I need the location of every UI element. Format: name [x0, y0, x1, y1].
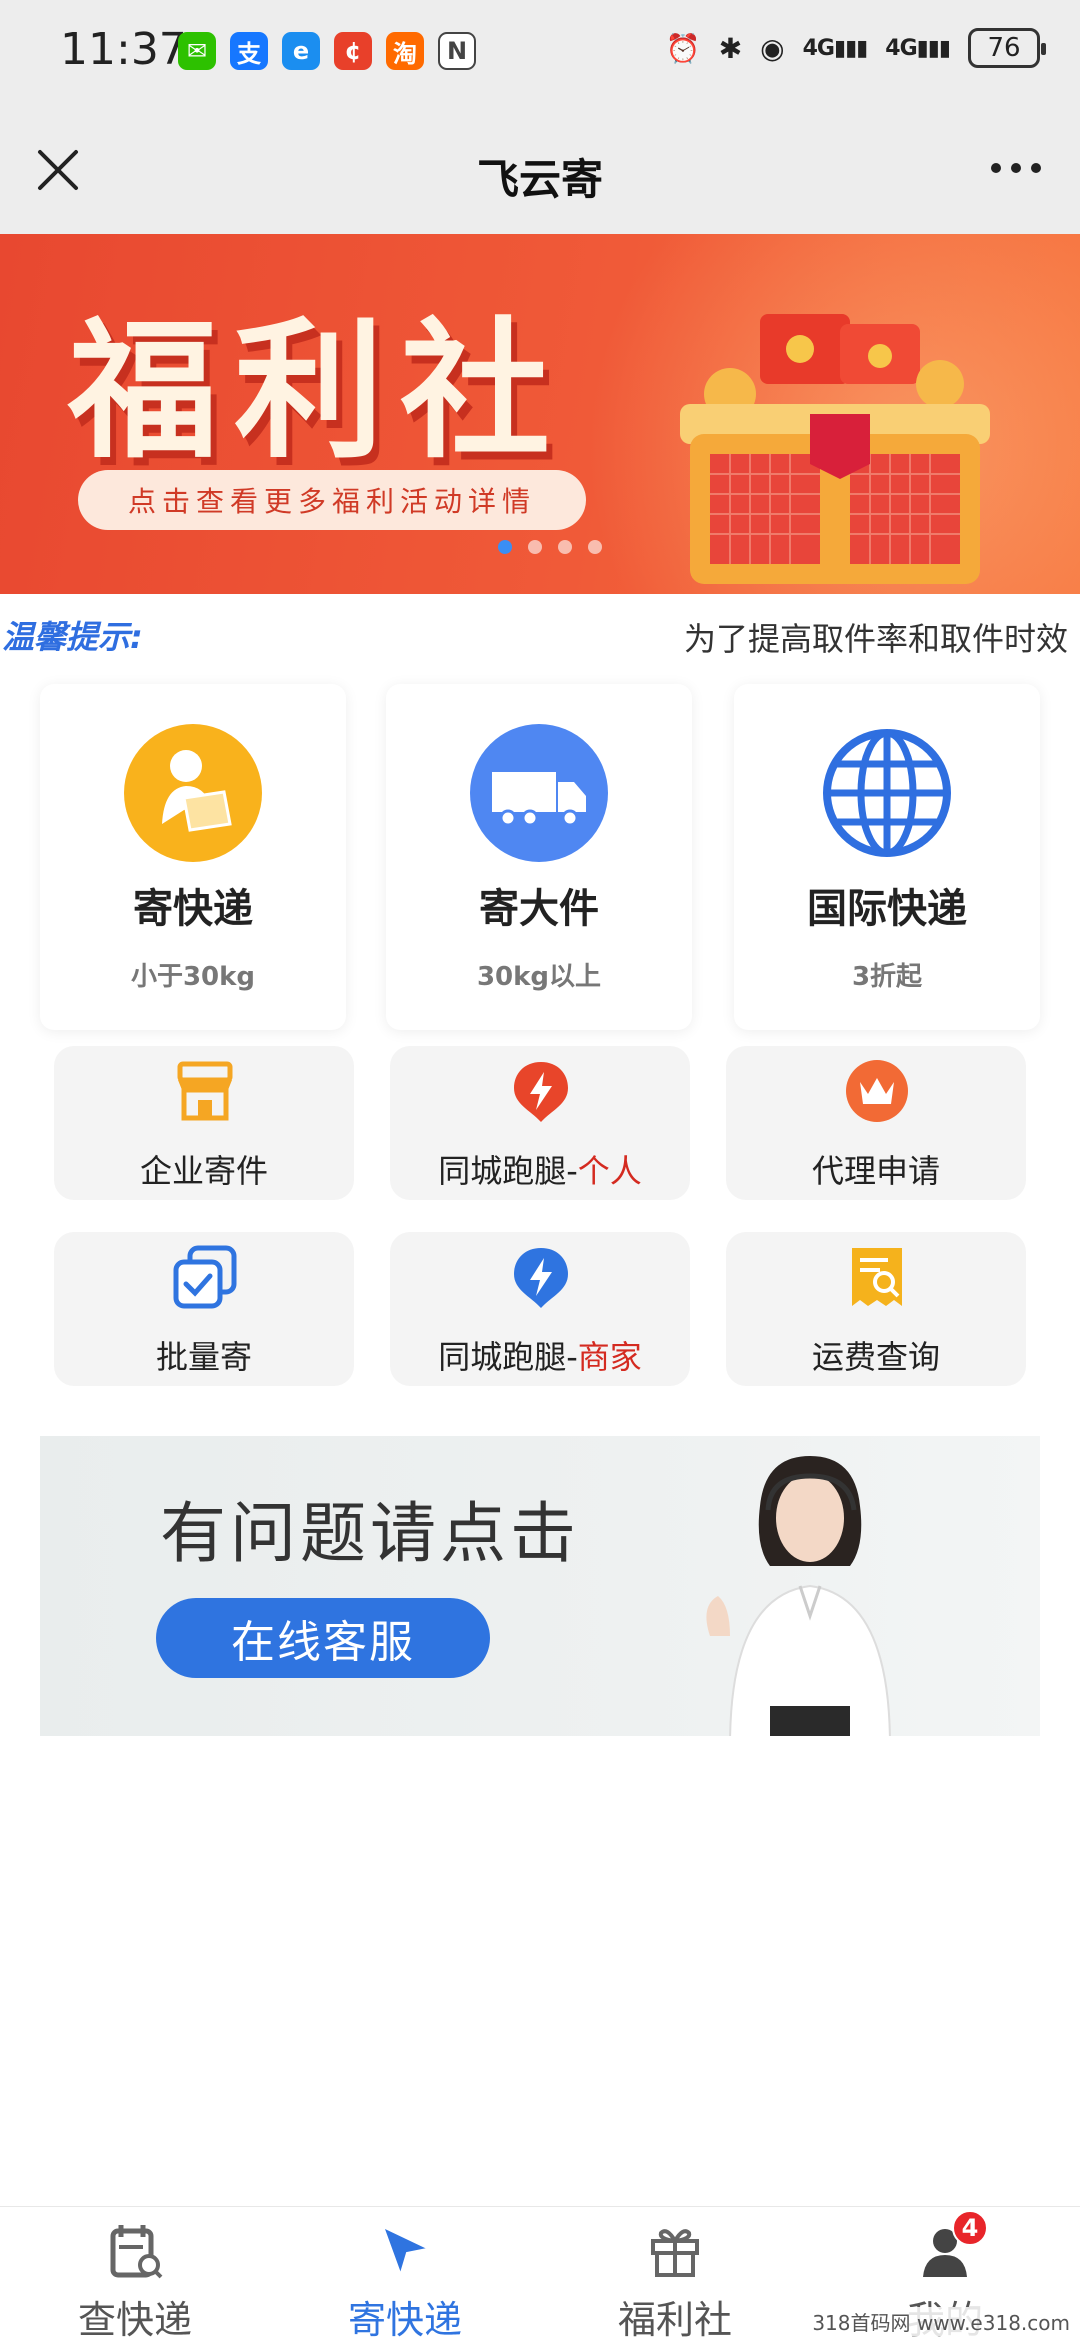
alipay-icon: 支: [230, 32, 268, 70]
card-title: 国际快递: [807, 886, 967, 932]
hotspot-icon: ◉: [760, 31, 785, 65]
pagination-dot[interactable]: [498, 540, 512, 554]
freight-query-tile[interactable]: 运费查询: [726, 1232, 1026, 1386]
tab-track-express[interactable]: 查快递: [0, 2207, 270, 2340]
city-errand-merchant-tile[interactable]: 同城跑腿-商家: [390, 1232, 690, 1386]
banner-title: 福利社: [68, 303, 567, 479]
notification-icons: ✉ 支 e ¢ 淘 N: [178, 32, 476, 70]
courier-icon: [124, 724, 262, 862]
browser-icon: e: [282, 32, 320, 70]
service-title: 有问题请点击: [160, 1495, 580, 1572]
globe-icon: [818, 724, 956, 862]
store-icon: [177, 1061, 233, 1121]
tile-label: 运费查询: [811, 1338, 940, 1376]
pagination-dot[interactable]: [588, 540, 602, 554]
signal-icon: 4G▮▮▮: [885, 35, 951, 61]
lightning-icon: [514, 1248, 568, 1308]
tile-label: 同城跑腿-个人: [438, 1152, 642, 1190]
customer-service-agent-image: [706, 1456, 891, 1736]
calendar-search-icon: [110, 2225, 163, 2279]
online-service-button[interactable]: 在线客服: [156, 1598, 490, 1678]
card-subtitle: 30kg以上: [476, 962, 602, 992]
tile-label: 同城跑腿-商家: [438, 1338, 642, 1376]
enterprise-shipping-tile[interactable]: 企业寄件: [54, 1046, 354, 1200]
shop-icon: ¢: [334, 32, 372, 70]
batch-shipping-tile[interactable]: 批量寄: [54, 1232, 354, 1386]
notice-label: 温馨提示:: [2, 618, 143, 656]
nfc-icon: N: [438, 32, 476, 70]
notice-bar: 温馨提示: 为了提高取件率和取件时效: [0, 600, 1080, 670]
bluetooth-icon: ✱: [718, 31, 743, 65]
more-icon[interactable]: [986, 148, 1046, 188]
notification-badge: 4: [952, 2210, 988, 2246]
truck-icon: [470, 724, 608, 862]
agent-apply-tile[interactable]: 代理申请: [726, 1046, 1026, 1200]
banner-subtitle: 点击查看更多福利活动详情: [78, 470, 586, 530]
tile-label: 代理申请: [811, 1152, 940, 1190]
card-subtitle: 3折起: [851, 962, 923, 992]
tab-label: 查快递: [77, 2298, 192, 2340]
status-time: 11:37: [60, 24, 187, 75]
pagination-dot[interactable]: [558, 540, 572, 554]
crown-icon: [846, 1060, 908, 1122]
card-subtitle: 小于30kg: [130, 962, 256, 992]
city-errand-personal-tile[interactable]: 同城跑腿-个人: [390, 1046, 690, 1200]
customer-service-banner[interactable]: 有问题请点击 在线客服: [40, 1436, 1040, 1736]
lightning-icon: [514, 1062, 568, 1122]
batch-icon: [173, 1245, 237, 1309]
tab-send-express[interactable]: 寄快递: [270, 2207, 540, 2340]
gift-icon: [651, 2229, 699, 2277]
promo-banner[interactable]: 福利社 点击查看更多福利活动详情: [0, 234, 1080, 594]
card-title: 寄大件: [479, 886, 599, 932]
receipt-search-icon: [852, 1248, 902, 1306]
signal-icon: 4G▮▮▮: [802, 35, 869, 61]
tab-welfare[interactable]: 福利社: [540, 2207, 810, 2340]
alarm-icon: ⏰: [665, 31, 701, 65]
wechat-icon: ✉: [178, 32, 216, 70]
tab-label: 寄快递: [347, 2298, 462, 2340]
tile-label: 企业寄件: [139, 1152, 268, 1190]
pagination-dot[interactable]: [528, 540, 542, 554]
tile-label: 批量寄: [155, 1338, 252, 1376]
battery-icon: 76: [968, 28, 1046, 68]
nav-bar: 飞云寄: [0, 108, 1080, 234]
status-bar: 11:37 ✉ 支 e ¢ 淘 N ⏰ ✱ ◉ 4G▮▮▮ 4G▮▮▮ 76: [0, 0, 1080, 108]
notice-text: 为了提高取件率和取件时效: [684, 620, 1069, 658]
tab-label: 福利社: [617, 2298, 732, 2340]
watermark: 318首码网 www.e318.com: [808, 2307, 1074, 2336]
taobao-icon: 淘: [386, 32, 424, 70]
send-express-card[interactable]: 寄快递 小于30kg: [40, 684, 346, 1030]
page-title: 飞云寄: [476, 155, 603, 204]
send-large-card[interactable]: 寄大件 30kg以上: [386, 684, 692, 1030]
international-express-card[interactable]: 国际快递 3折起: [734, 684, 1040, 1030]
system-icons: ⏰ ✱ ◉ 4G▮▮▮ 4G▮▮▮ 76: [665, 28, 1046, 68]
card-title: 寄快递: [133, 886, 253, 932]
banner-pagination: [0, 540, 1080, 554]
send-arrow-icon: [385, 2229, 428, 2274]
